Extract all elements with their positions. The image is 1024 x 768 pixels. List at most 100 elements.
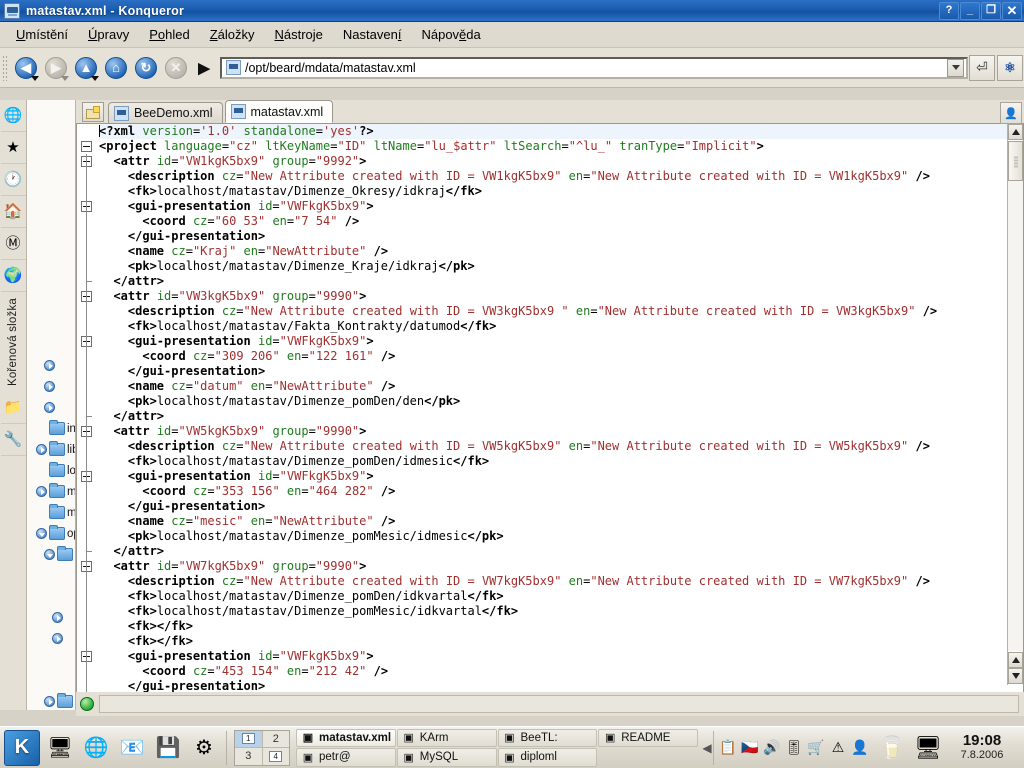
tree-item[interactable] — [27, 355, 75, 376]
tree-item[interactable] — [27, 586, 75, 607]
code-line[interactable]: <description cz="New Attribute created w… — [99, 304, 1023, 319]
tree-twisty[interactable] — [51, 632, 64, 645]
code-line[interactable]: <fk>localhost/matastav/Dimenze_pomDen/id… — [99, 454, 1023, 469]
tree-item[interactable]: m — [27, 502, 75, 523]
url-dropdown-button[interactable] — [947, 58, 964, 77]
tray-volume-icon[interactable]: 🔊 — [762, 738, 782, 758]
menu-n-stroje[interactable]: Nástroje — [265, 24, 333, 45]
tree-twisty[interactable] — [43, 548, 56, 561]
task-button[interactable]: ▣ KArm — [396, 728, 497, 747]
code-line[interactable]: <coord cz="453 154" en="212 42" /> — [99, 664, 1023, 679]
code-line[interactable]: <fk>localhost/matastav/Dimenze_pomDen/id… — [99, 589, 1023, 604]
tree-twisty[interactable] — [35, 464, 48, 477]
stop-button[interactable]: ✕ — [162, 54, 190, 82]
sidebar-bookmarks-star-icon[interactable]: ★ — [0, 132, 26, 164]
code-line[interactable]: <name cz="mesic" en="NewAttribute" /> — [99, 514, 1023, 529]
tree-item[interactable] — [27, 565, 75, 586]
code-line[interactable]: </gui-presentation> — [99, 364, 1023, 379]
code-line[interactable]: <pk>localhost/matastav/Dimenze_pomDen/de… — [99, 394, 1023, 409]
code-line[interactable]: <gui-presentation id="VWFkgK5bx9"> — [99, 334, 1023, 349]
task-button[interactable]: ▣ README — [598, 728, 698, 747]
help-button[interactable]: ? — [939, 1, 959, 20]
tray-klipper-icon[interactable]: 📋 — [718, 738, 738, 758]
menu-pohled[interactable]: Pohled — [139, 24, 199, 45]
toolbar-grip[interactable] — [2, 54, 8, 81]
task-button[interactable]: ▣ petr@ — [296, 748, 396, 767]
task-button[interactable]: ▣ MySQL — [396, 748, 497, 767]
tree-item[interactable] — [27, 376, 75, 397]
tab-matastav-xml[interactable]: matastav.xml — [224, 100, 334, 123]
desktop-2[interactable]: 2 — [262, 730, 289, 747]
tree-twisty[interactable] — [35, 506, 48, 519]
tree-twisty[interactable] — [51, 569, 64, 582]
code-line[interactable]: </gui-presentation> — [99, 229, 1023, 244]
code-line[interactable]: </gui-presentation> — [99, 499, 1023, 514]
menu-z-lo-ky[interactable]: Záložky — [200, 24, 265, 45]
tray-keyboard-layout-icon[interactable]: 🇨🇿 — [740, 738, 760, 758]
tray-update-cart-icon[interactable]: 🛒 — [806, 738, 826, 758]
launcher-web-browser-icon[interactable]: 🌐 — [80, 732, 112, 764]
url-input[interactable]: /opt/beard/mdata/matastav.xml — [245, 61, 947, 75]
code-line[interactable]: <fk>localhost/matastav/Fakta_Kontrakty/d… — [99, 319, 1023, 334]
desktop-3[interactable]: 3 — [235, 748, 262, 765]
back-history-caret-icon[interactable] — [31, 75, 39, 81]
tray-kontact-icon[interactable]: 👤 — [850, 738, 870, 758]
code-line[interactable]: <attr id="VW5kgK5bx9" group="9990"> — [99, 424, 1023, 439]
tree-twisty[interactable] — [51, 590, 64, 603]
tab-BeeDemo-xml[interactable]: BeeDemo.xml — [108, 102, 223, 123]
home-button[interactable]: ⌂ — [102, 54, 130, 82]
tray-kmix-icon[interactable]: 🎚 — [784, 738, 804, 758]
tree-item[interactable] — [27, 691, 75, 710]
sidebar-toggle-button[interactable]: 👤 — [1000, 102, 1022, 124]
code-line[interactable]: <attr id="VW3kgK5bx9" group="9990"> — [99, 289, 1023, 304]
code-line[interactable]: <coord cz="60 53" en="7 54" /> — [99, 214, 1023, 229]
code-line[interactable]: <fk>localhost/matastav/Dimenze_pomMesic/… — [99, 604, 1023, 619]
sidebar-network-icon[interactable]: 🌍 — [0, 260, 26, 292]
code-line[interactable]: <description cz="New Attribute created w… — [99, 574, 1023, 589]
tree-item[interactable]: lib — [27, 439, 75, 460]
tray-warning-icon[interactable]: ⚠ — [828, 738, 848, 758]
konqueror-logo-button[interactable]: ⚛ — [997, 54, 1023, 81]
code-line[interactable]: </attr> — [99, 544, 1023, 559]
vscroll-down-button-upper[interactable] — [1008, 652, 1023, 668]
task-button[interactable]: ▣ BeeTL: — [497, 728, 598, 747]
tree-item[interactable]: lo — [27, 460, 75, 481]
code-line[interactable]: <project language="cz" ltKeyName="ID" lt… — [99, 139, 1023, 154]
launcher-floppy-save-icon[interactable]: 💾 — [152, 732, 184, 764]
code-line[interactable]: <attr id="VW7kgK5bx9" group="9990"> — [99, 559, 1023, 574]
tree-item[interactable]: op — [27, 523, 75, 544]
vscroll-down-button[interactable] — [1008, 668, 1023, 684]
tree-item[interactable] — [27, 397, 75, 418]
vscroll-track[interactable] — [1008, 141, 1023, 651]
code-line[interactable]: <description cz="New Attribute created w… — [99, 439, 1023, 454]
code-line[interactable]: <pk>localhost/matastav/Dimenze_Kraje/idk… — [99, 259, 1023, 274]
code-line[interactable]: </attr> — [99, 409, 1023, 424]
tree-item[interactable] — [27, 607, 75, 628]
forward-history-caret-icon[interactable] — [61, 75, 69, 81]
tree-item[interactable] — [27, 544, 75, 565]
tree-item[interactable] — [27, 670, 75, 691]
tree-twisty[interactable] — [35, 422, 48, 435]
code-line[interactable]: <coord cz="353 156" en="464 282" /> — [99, 484, 1023, 499]
launcher-email-client-icon[interactable]: 📧 — [116, 732, 148, 764]
code-line[interactable]: <name cz="Kraj" en="NewAttribute" /> — [99, 244, 1023, 259]
up-history-caret-icon[interactable] — [91, 75, 99, 81]
sidebar-root-folder-icon[interactable]: 📁 — [0, 392, 26, 425]
tree-item[interactable] — [27, 628, 75, 649]
sidebar-media-icon[interactable]: Ⓜ — [0, 228, 26, 260]
code-line[interactable]: <gui-presentation id="VWFkgK5bx9"> — [99, 469, 1023, 484]
code-line[interactable]: <gui-presentation id="VWFkgK5bx9"> — [99, 649, 1023, 664]
menu--pravy[interactable]: Úpravy — [78, 24, 139, 45]
desktop-4[interactable]: 4 — [262, 748, 289, 765]
code-line[interactable]: <name cz="datum" en="NewAttribute" /> — [99, 379, 1023, 394]
code-line[interactable]: <description cz="New Attribute created w… — [99, 169, 1023, 184]
back-button[interactable]: ◀ — [12, 54, 40, 82]
vscroll-thumb[interactable] — [1008, 141, 1023, 181]
code-line[interactable]: <fk></fk> — [99, 634, 1023, 649]
vscroll-up-button[interactable] — [1008, 124, 1023, 140]
tree-item[interactable]: m — [27, 481, 75, 502]
sidebar-services-icon[interactable]: 🔧 — [0, 424, 26, 457]
tree-twisty[interactable] — [43, 695, 56, 708]
code-line[interactable]: <gui-presentation id="VWFkgK5bx9"> — [99, 199, 1023, 214]
tree-twisty[interactable] — [43, 380, 56, 393]
